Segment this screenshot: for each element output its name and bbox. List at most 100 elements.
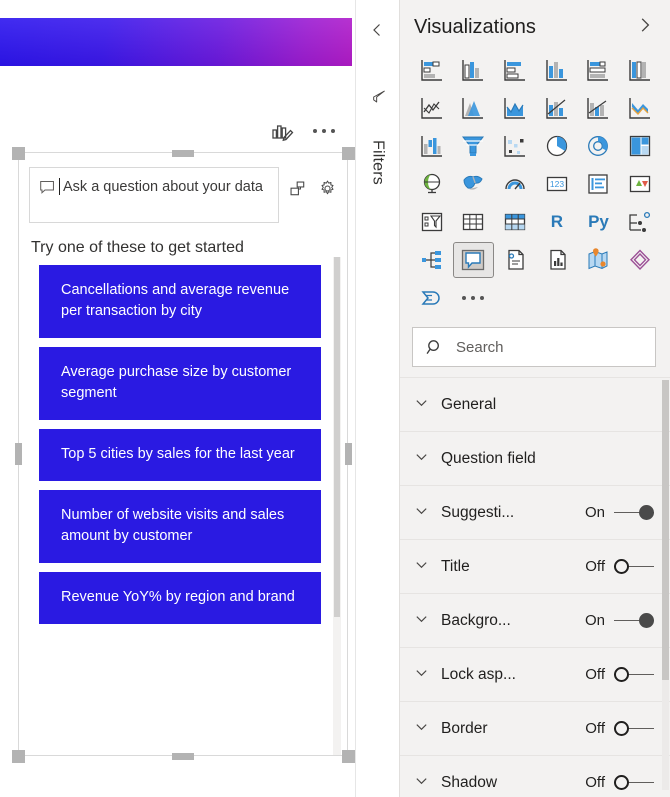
matrix-icon[interactable] <box>495 205 535 239</box>
smart-narrative-icon[interactable] <box>537 243 577 277</box>
r-script-visual-icon[interactable]: R <box>537 205 577 239</box>
qna-visual-icon[interactable] <box>452 242 495 278</box>
paginated-report-icon[interactable] <box>495 243 535 277</box>
gauge-icon[interactable] <box>495 167 535 201</box>
format-section-title[interactable]: Title Off <box>400 540 670 594</box>
chevron-down-icon <box>414 503 429 523</box>
toggle-switch[interactable] <box>614 505 654 521</box>
format-section-background[interactable]: Backgro... On <box>400 594 670 648</box>
funnel-chart-icon[interactable] <box>454 129 494 163</box>
power-bi-report-editor: Ask a question about your data Try one o… <box>0 0 670 797</box>
area-chart-icon[interactable] <box>454 91 494 125</box>
toggle-switch[interactable] <box>614 559 654 575</box>
chevron-right-icon[interactable] <box>636 16 654 39</box>
visualizations-pane: Visualizations 123 R Py Search General Q… <box>400 0 670 797</box>
format-section-shadow[interactable]: Shadow Off <box>400 756 670 797</box>
format-section-question-field[interactable]: Question field <box>400 432 670 486</box>
resize-handle-middle-left[interactable] <box>15 443 22 465</box>
resize-handle-top-right[interactable] <box>342 147 355 160</box>
format-toggle[interactable]: On <box>585 612 654 629</box>
report-canvas[interactable]: Ask a question about your data Try one o… <box>0 0 356 797</box>
get-more-visuals-icon[interactable] <box>454 281 494 315</box>
search-input[interactable]: Search <box>412 327 656 367</box>
decomposition-tree-icon[interactable] <box>620 205 660 239</box>
qna-suggestion-chip[interactable]: Number of website visits and sales amoun… <box>39 490 321 563</box>
format-section-border[interactable]: Border Off <box>400 702 670 756</box>
r-script-label: R <box>550 212 563 231</box>
resize-handle-top-left[interactable] <box>12 147 25 160</box>
filters-pane-title[interactable]: Filters <box>369 140 387 185</box>
format-section-label: Backgro... <box>441 611 511 629</box>
scatter-chart-icon[interactable] <box>495 129 535 163</box>
line-and-clustered-column-chart-icon[interactable] <box>579 91 619 125</box>
toggle-switch[interactable] <box>614 667 654 683</box>
kpi-icon[interactable] <box>620 167 660 201</box>
format-toggle[interactable]: Off <box>585 720 654 737</box>
personalize-visual-icon[interactable] <box>269 118 295 144</box>
resize-handle-top-center[interactable] <box>172 150 194 157</box>
arcgis-map-icon[interactable] <box>579 243 619 277</box>
clustered-column-chart-icon[interactable] <box>537 53 577 87</box>
treemap-icon[interactable] <box>620 129 660 163</box>
stacked-area-chart-icon[interactable] <box>495 91 535 125</box>
format-section-label: Question field <box>441 449 536 467</box>
qna-suggestion-chip[interactable]: Cancellations and average revenue per tr… <box>39 265 321 338</box>
format-section-lock-aspect[interactable]: Lock asp... Off <box>400 648 670 702</box>
format-toggle[interactable]: On <box>585 504 654 521</box>
resize-handle-bottom-center[interactable] <box>172 753 194 760</box>
card-icon[interactable]: 123 <box>537 167 577 201</box>
convert-to-visual-icon[interactable] <box>289 180 307 203</box>
map-icon[interactable] <box>412 167 452 201</box>
format-section-label: Shadow <box>441 773 498 791</box>
resize-handle-middle-right[interactable] <box>345 443 352 465</box>
waterfall-chart-icon[interactable] <box>412 129 452 163</box>
qna-suggestion-chip[interactable]: Average purchase size by customer segmen… <box>39 347 321 420</box>
stacked-bar-chart-icon[interactable] <box>412 53 452 87</box>
gear-icon[interactable] <box>318 179 337 203</box>
donut-chart-icon[interactable] <box>579 129 619 163</box>
more-options-icon[interactable] <box>311 118 337 144</box>
format-toggle[interactable]: Off <box>585 666 654 683</box>
key-influencers-icon[interactable] <box>412 243 452 277</box>
visualizations-pane-header: Visualizations <box>400 0 670 51</box>
format-toggle[interactable]: Off <box>585 558 654 575</box>
qna-question-input[interactable]: Ask a question about your data <box>29 167 279 223</box>
format-section-suggestions[interactable]: Suggesti... On <box>400 486 670 540</box>
chat-bubble-icon <box>40 181 54 194</box>
hundred-percent-stacked-bar-chart-icon[interactable] <box>579 53 619 87</box>
toggle-state-label: Off <box>585 558 605 575</box>
qna-visual[interactable]: Ask a question about your data Try one o… <box>18 152 348 756</box>
format-section-label: General <box>441 395 497 413</box>
line-chart-icon[interactable] <box>412 91 452 125</box>
filters-rail[interactable]: Filters <box>356 0 400 797</box>
filled-map-icon[interactable] <box>454 167 494 201</box>
qna-suggestion-chip[interactable]: Top 5 cities by sales for the last year <box>39 429 321 481</box>
table-icon[interactable] <box>454 205 494 239</box>
power-automate-visual-icon[interactable] <box>412 281 452 315</box>
page-title: Visualizations <box>414 16 536 38</box>
search-placeholder: Search <box>456 338 504 356</box>
ribbon-chart-icon[interactable] <box>620 91 660 125</box>
toggle-switch[interactable] <box>614 613 654 629</box>
format-section-general[interactable]: General <box>400 378 670 432</box>
toggle-switch[interactable] <box>614 775 654 791</box>
search-container: Search <box>400 319 670 377</box>
hundred-percent-stacked-column-chart-icon[interactable] <box>620 53 660 87</box>
toggle-switch[interactable] <box>614 721 654 737</box>
resize-handle-bottom-right[interactable] <box>342 750 355 763</box>
format-pane-scrollbar[interactable] <box>662 380 669 790</box>
python-visual-icon[interactable]: Py <box>579 205 619 239</box>
slicer-icon[interactable] <box>412 205 452 239</box>
stacked-column-chart-icon[interactable] <box>454 53 494 87</box>
filter-icon[interactable] <box>369 88 387 111</box>
line-and-stacked-column-chart-icon[interactable] <box>537 91 577 125</box>
format-toggle[interactable]: Off <box>585 774 654 791</box>
qna-suggestion-chip[interactable]: Revenue YoY% by region and brand <box>39 572 321 624</box>
pie-chart-icon[interactable] <box>537 129 577 163</box>
chevron-left-icon[interactable] <box>369 22 385 43</box>
powerapps-visual-icon[interactable] <box>620 243 660 277</box>
resize-handle-bottom-left[interactable] <box>12 750 25 763</box>
multi-row-card-icon[interactable] <box>579 167 619 201</box>
qna-scrollbar[interactable] <box>333 257 341 755</box>
clustered-bar-chart-icon[interactable] <box>495 53 535 87</box>
